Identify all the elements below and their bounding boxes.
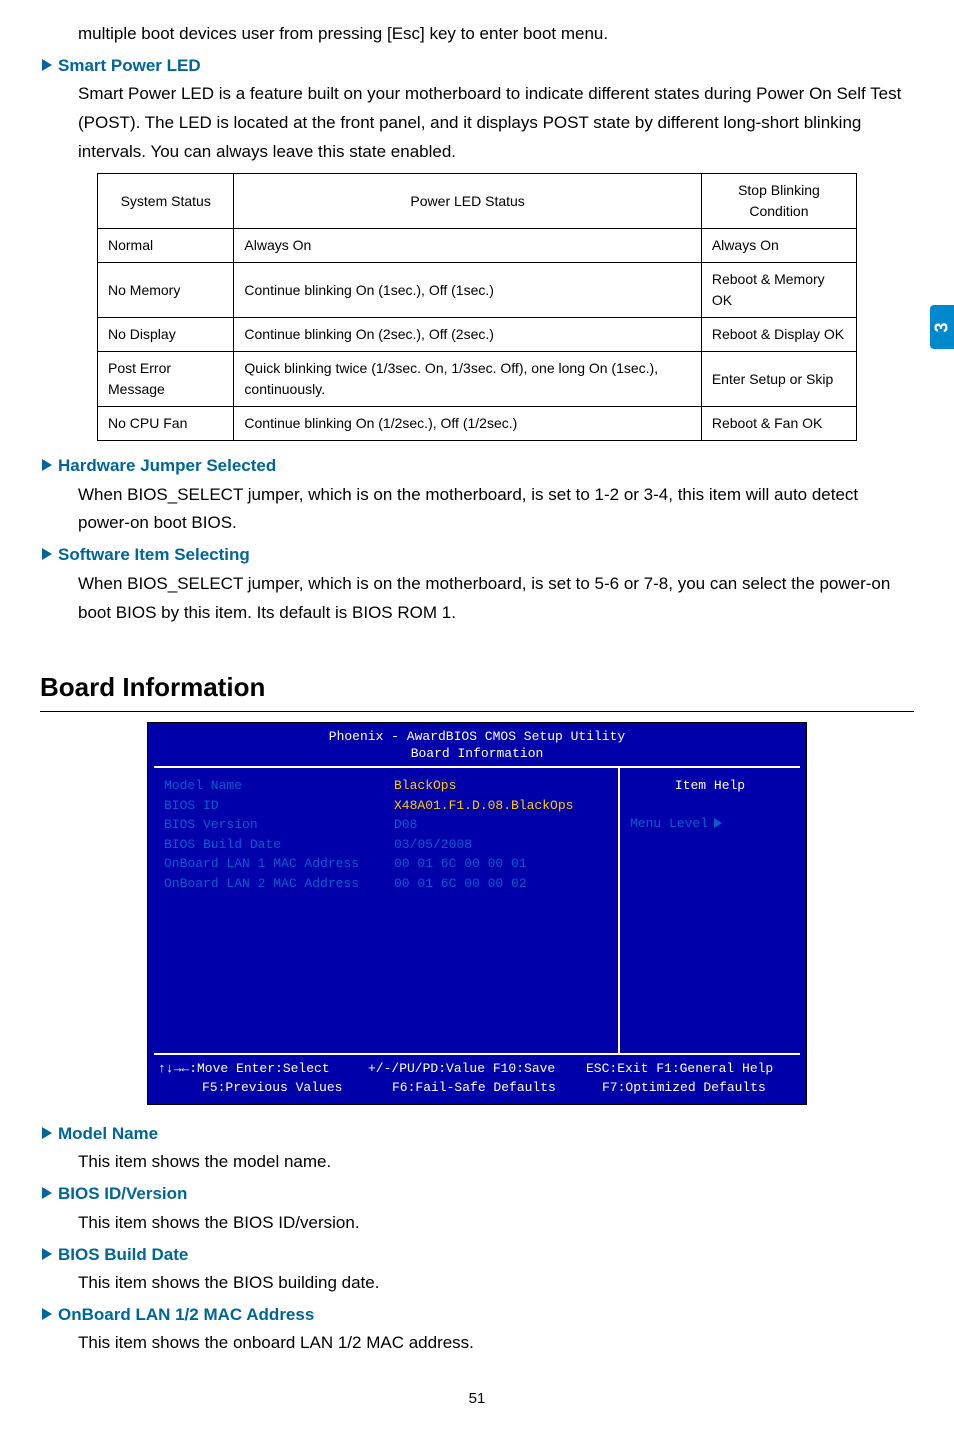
side-tab-label: 3 [928,322,954,332]
bios-row: BIOS Build Date03/05/2008 [164,835,608,855]
bios-label: OnBoard LAN 1 MAC Address [164,854,394,874]
triangle-icon [42,59,52,71]
bios-row: OnBoard LAN 2 MAC Address00 01 6C 00 00 … [164,874,608,894]
th-status: System Status [98,174,234,229]
header-text: Model Name [58,1124,158,1143]
cell: Quick blinking twice (1/3sec. On, 1/3sec… [234,352,701,407]
onboard-lan-mac-header: OnBoard LAN 1/2 MAC Address [40,1302,914,1328]
triangle-icon [42,459,52,471]
table-row: Post Error Message Quick blinking twice … [98,352,857,407]
bios-left-pane: Model NameBlackOps BIOS IDX48A01.F1.D.08… [154,768,620,1053]
table-row: Normal Always On Always On [98,229,857,263]
software-item-header: Software Item Selecting [40,542,914,568]
model-name-header: Model Name [40,1121,914,1147]
bios-menu-level: Menu Level [630,814,790,834]
cell: No Memory [98,263,234,318]
hardware-jumper-header: Hardware Jumper Selected [40,453,914,479]
footer-line: +/-/PU/PD:Value F10:Save [368,1060,578,1078]
bios-build-date-header: BIOS Build Date [40,1242,914,1268]
bios-row: Model NameBlackOps [164,776,608,796]
hardware-jumper-desc: When BIOS_SELECT jumper, which is on the… [40,481,914,539]
th-led: Power LED Status [234,174,701,229]
bios-value: 00 01 6C 00 00 01 [394,854,527,874]
header-text: BIOS ID/Version [58,1184,187,1203]
bios-row: OnBoard LAN 1 MAC Address00 01 6C 00 00 … [164,854,608,874]
header-text: OnBoard LAN 1/2 MAC Address [58,1305,314,1324]
bios-id-version-desc: This item shows the BIOS ID/version. [40,1209,914,1238]
triangle-icon [42,1187,52,1199]
header-text: Software Item Selecting [58,545,250,564]
bios-panel: Phoenix - AwardBIOS CMOS Setup Utility B… [147,722,807,1105]
triangle-icon [42,1248,52,1260]
software-item-desc: When BIOS_SELECT jumper, which is on the… [40,570,914,628]
cell: Continue blinking On (1sec.), Off (1sec.… [234,263,701,318]
intro-text: multiple boot devices user from pressing… [40,20,914,49]
bios-value: D08 [394,815,417,835]
table-row: No CPU Fan Continue blinking On (1/2sec.… [98,407,857,441]
footer-col-right: ESC:Exit F1:General Help F7:Optimized De… [578,1060,796,1096]
bios-label: BIOS Build Date [164,835,394,855]
bios-title-line2: Board Information [148,746,806,763]
bios-row: BIOS IDX48A01.F1.D.08.BlackOps [164,796,608,816]
cell: No Display [98,318,234,352]
bios-row: BIOS VersionD08 [164,815,608,835]
bios-value: 00 01 6C 00 00 02 [394,874,527,894]
bios-label: BIOS ID [164,796,394,816]
onboard-lan-mac-desc: This item shows the onboard LAN 1/2 MAC … [40,1329,914,1358]
bios-label: Model Name [164,776,394,796]
th-stop: Stop Blinking Condition [701,174,856,229]
triangle-icon [42,1127,52,1139]
bios-body: Model NameBlackOps BIOS IDX48A01.F1.D.08… [154,766,800,1055]
smart-power-led-desc: Smart Power LED is a feature built on yo… [40,80,914,167]
footer-line: ESC:Exit F1:General Help [586,1060,796,1078]
bios-right-pane: Item Help Menu Level [620,768,800,1053]
triangle-icon [42,1308,52,1320]
bios-id-version-header: BIOS ID/Version [40,1181,914,1207]
header-text: Smart Power LED [58,56,201,75]
bios-title-line1: Phoenix - AwardBIOS CMOS Setup Utility [148,729,806,746]
model-name-desc: This item shows the model name. [40,1148,914,1177]
cell: Reboot & Memory OK [701,263,856,318]
cell: Reboot & Fan OK [701,407,856,441]
cell: Continue blinking On (1/2sec.), Off (1/2… [234,407,701,441]
bios-title: Phoenix - AwardBIOS CMOS Setup Utility B… [148,723,806,767]
bios-value: 03/05/2008 [394,835,472,855]
triangle-icon [42,548,52,560]
footer-line: F7:Optimized Defaults [586,1079,796,1097]
header-text: BIOS Build Date [58,1245,188,1264]
cell: Always On [701,229,856,263]
bios-value: X48A01.F1.D.08.BlackOps [394,796,573,816]
bios-help-title: Item Help [630,776,790,796]
page-number: 51 [40,1388,914,1411]
menu-level-text: Menu Level [630,816,708,831]
cell: Reboot & Display OK [701,318,856,352]
footer-line: ↑↓→←:Move Enter:Select [158,1060,368,1078]
bios-footer: ↑↓→←:Move Enter:Select F5:Previous Value… [148,1055,806,1103]
cell: Always On [234,229,701,263]
section-title: Board Information [40,668,914,712]
table-row: No Memory Continue blinking On (1sec.), … [98,263,857,318]
smart-power-led-header: Smart Power LED [40,53,914,79]
header-text: Hardware Jumper Selected [58,456,276,475]
bios-label: OnBoard LAN 2 MAC Address [164,874,394,894]
cell: No CPU Fan [98,407,234,441]
footer-line: F6:Fail-Safe Defaults [368,1079,578,1097]
cell: Post Error Message [98,352,234,407]
table-header-row: System Status Power LED Status Stop Blin… [98,174,857,229]
bios-build-date-desc: This item shows the BIOS building date. [40,1269,914,1298]
cell: Normal [98,229,234,263]
footer-col-center: +/-/PU/PD:Value F10:Save F6:Fail-Safe De… [368,1060,578,1096]
cell: Continue blinking On (2sec.), Off (2sec.… [234,318,701,352]
side-tab: 3 [930,305,954,349]
triangle-right-icon [714,818,722,828]
footer-line: F5:Previous Values [158,1079,368,1097]
bios-label: BIOS Version [164,815,394,835]
footer-col-left: ↑↓→←:Move Enter:Select F5:Previous Value… [158,1060,368,1096]
led-status-table: System Status Power LED Status Stop Blin… [97,173,857,441]
bios-value: BlackOps [394,776,456,796]
table-row: No Display Continue blinking On (2sec.),… [98,318,857,352]
cell: Enter Setup or Skip [701,352,856,407]
